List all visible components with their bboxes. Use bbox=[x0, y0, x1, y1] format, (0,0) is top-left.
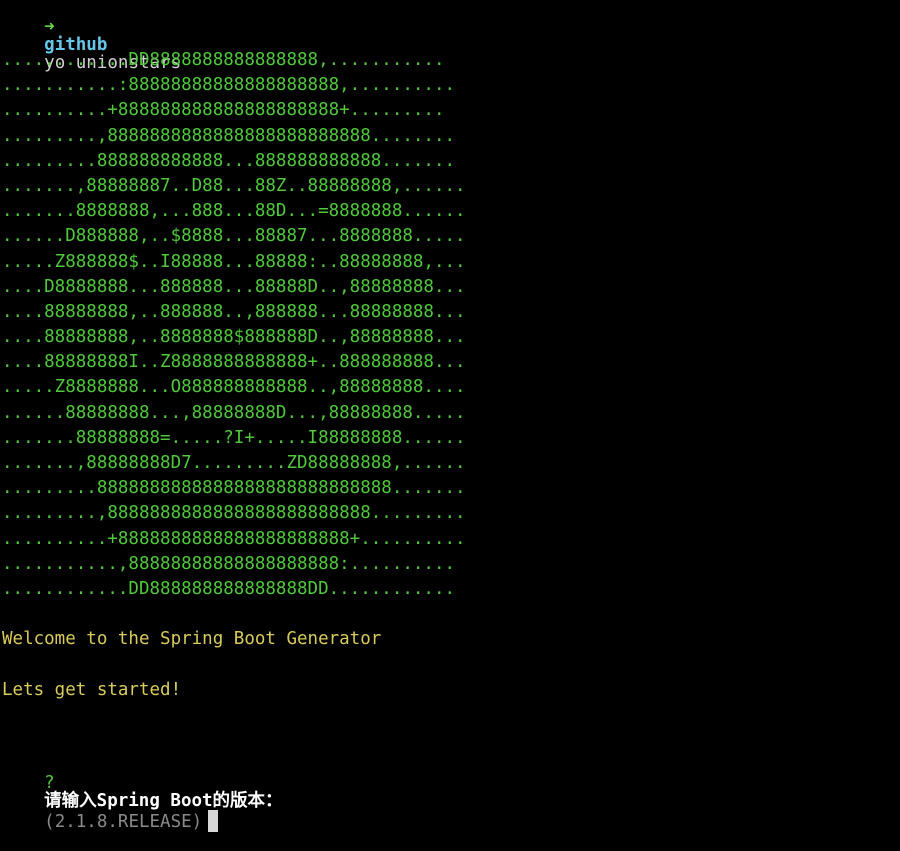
ascii-art-line: ......D888888,..$8888...88887...8888888.… bbox=[2, 226, 466, 247]
question-label: 请输入Spring Boot的版本： bbox=[44, 790, 283, 811]
ascii-art-logo: ............DD8888888888888888,.........… bbox=[2, 51, 898, 605]
ascii-art-line: ......88888888...,88888888D...,88888888.… bbox=[2, 402, 466, 423]
ascii-art-line: ....88888888I..Z8888888888888+..88888888… bbox=[2, 352, 466, 373]
ascii-art-line: ...........:88888888888888888888,.......… bbox=[2, 75, 456, 96]
ascii-art-line: ....88888888,..888888..,888888...8888888… bbox=[2, 301, 466, 322]
ascii-art-line: ..........+888888888888888888888+.......… bbox=[2, 100, 445, 121]
ascii-art-line: .......88888888=.....?I+.....I88888888..… bbox=[2, 427, 466, 448]
ascii-art-line: .........8888888888888888888888888888...… bbox=[2, 478, 466, 499]
ascii-art-line: .........888888888888...888888888888....… bbox=[2, 150, 456, 171]
ascii-art-line: ..........+8888888888888888888888+......… bbox=[2, 528, 466, 549]
version-question-line[interactable]: ? 请输入Spring Boot的版本： (2.1.8.RELEASE) bbox=[2, 756, 898, 832]
ascii-art-line: ...........,88888888888888888888:.......… bbox=[2, 553, 456, 574]
ascii-art-line: .......8888888,...888...88D...=8888888..… bbox=[2, 201, 466, 222]
ascii-art-line: .....Z8888888...O888888888888..,88888888… bbox=[2, 377, 466, 398]
ascii-art-line: ....88888888,..8888888$888888D..,8888888… bbox=[2, 327, 466, 348]
ascii-art-line: .....Z888888$..I88888...88888:..88888888… bbox=[2, 251, 466, 272]
welcome-message: Welcome to the Spring Boot Generator bbox=[2, 629, 382, 650]
text-cursor[interactable] bbox=[208, 809, 219, 832]
ascii-art-line: ....D8888888...888888...88888D..,8888888… bbox=[2, 276, 466, 297]
ascii-art-line: .......,88888888D7.........ZD88888888,..… bbox=[2, 453, 466, 473]
shell-prompt-line: ➜ github yo unionstars bbox=[2, 0, 898, 72]
ascii-art-line: ............DD888888888888888DD.........… bbox=[2, 578, 456, 599]
prompt-arrow-icon: ➜ bbox=[44, 17, 55, 37]
version-default-value: (2.1.8.RELEASE) bbox=[44, 811, 203, 832]
ascii-art-line: .......,88888887..D88...88Z..88888888,..… bbox=[2, 175, 466, 196]
terminal-window[interactable]: ➜ github yo unionstars ............DD888… bbox=[2, 0, 898, 832]
question-mark-icon: ? bbox=[44, 772, 55, 793]
ascii-art-line: .........,8888888888888888888888888.....… bbox=[2, 125, 456, 146]
ascii-art-line: .........,8888888888888888888888888.....… bbox=[2, 503, 466, 524]
started-message: Lets get started! bbox=[2, 679, 182, 700]
